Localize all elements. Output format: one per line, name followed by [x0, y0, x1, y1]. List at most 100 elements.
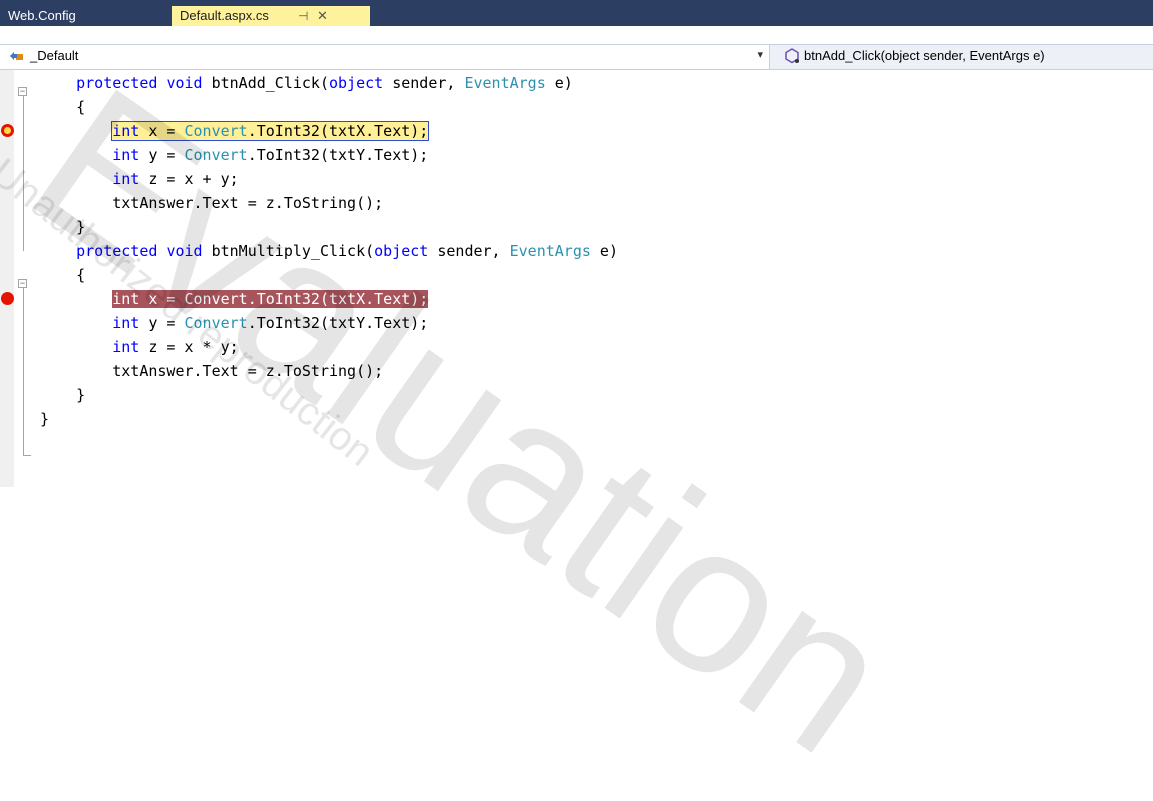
- code-statement: protected void btnMultiply_Click(object …: [76, 242, 618, 260]
- code-token: e): [590, 242, 618, 260]
- code-statement: txtAnswer.Text = z.ToString();: [112, 194, 383, 212]
- code-line[interactable]: {: [40, 263, 85, 287]
- code-token: .ToInt32(txtY.Text);: [247, 314, 429, 332]
- code-token: {: [76, 98, 86, 116]
- navigation-bar: _Default ▾ btnAdd_Click(object sender, E…: [0, 44, 1153, 70]
- keyword-token: int: [112, 122, 140, 140]
- code-line[interactable]: }: [40, 407, 49, 431]
- keyword-token: protected: [76, 74, 158, 92]
- code-line[interactable]: int z = x + y;: [40, 167, 238, 191]
- current-breakpoint-icon[interactable]: [1, 124, 14, 137]
- code-statement: {: [76, 98, 85, 116]
- code-statement: int z = x + y;: [112, 170, 238, 188]
- code-line[interactable]: }: [40, 383, 85, 407]
- pin-icon[interactable]: ⊣: [298, 6, 308, 26]
- code-statement: {: [76, 266, 85, 284]
- code-statement: }: [40, 410, 49, 428]
- keyword-token: int: [112, 338, 140, 356]
- type-token: Convert: [184, 290, 248, 308]
- code-statement: }: [76, 386, 85, 404]
- tab-default-aspx-cs[interactable]: Default.aspx.cs ⊣ ✕: [172, 6, 370, 26]
- class-icon: [10, 52, 23, 60]
- collapse-icon[interactable]: −: [18, 279, 27, 288]
- code-statement: int y = Convert.ToInt32(txtY.Text);: [112, 314, 428, 332]
- code-line[interactable]: protected void btnAdd_Click(object sende…: [40, 71, 573, 95]
- outline-guide: [23, 288, 24, 456]
- code-token: sender,: [383, 74, 465, 92]
- code-line[interactable]: int z = x * y;: [40, 335, 238, 359]
- document-tab-bar: Web.Config Default.aspx.cs ⊣ ✕: [0, 0, 1153, 26]
- outline-guide: [23, 96, 24, 251]
- code-statement: int z = x * y;: [112, 338, 238, 356]
- code-token: e): [545, 74, 573, 92]
- breakpoint-icon[interactable]: [1, 292, 14, 305]
- close-icon[interactable]: ✕: [317, 6, 328, 26]
- code-line[interactable]: }: [40, 215, 85, 239]
- code-statement: int x = Convert.ToInt32(txtX.Text);: [112, 290, 429, 308]
- method-dropdown-label: btnAdd_Click(object sender, EventArgs e): [804, 48, 1045, 63]
- keyword-token: int: [112, 170, 140, 188]
- keyword-token: void: [166, 74, 203, 92]
- code-token: x =: [139, 290, 185, 308]
- collapse-icon[interactable]: −: [18, 87, 27, 96]
- code-token: .ToInt32(txtX.Text);: [247, 122, 429, 140]
- keyword-token: object: [374, 242, 429, 260]
- code-token: .ToInt32(txtY.Text);: [247, 146, 429, 164]
- code-line[interactable]: protected void btnMultiply_Click(object …: [40, 239, 618, 263]
- code-statement: }: [76, 218, 85, 236]
- code-line[interactable]: int x = Convert.ToInt32(txtX.Text);: [40, 119, 430, 143]
- type-token: Convert: [184, 314, 248, 332]
- type-token: EventArgs: [464, 74, 546, 92]
- code-line[interactable]: txtAnswer.Text = z.ToString();: [40, 359, 383, 383]
- method-dropdown[interactable]: btnAdd_Click(object sender, EventArgs e): [780, 45, 1153, 69]
- keyword-token: int: [112, 146, 140, 164]
- code-token: }: [40, 410, 50, 428]
- type-token: EventArgs: [509, 242, 591, 260]
- class-dropdown-label: _Default: [30, 48, 79, 63]
- code-token: .ToInt32(txtX.Text);: [247, 290, 429, 308]
- keyword-token: int: [112, 290, 140, 308]
- code-token: {: [76, 266, 86, 284]
- code-token: sender,: [428, 242, 510, 260]
- code-statement: protected void btnAdd_Click(object sende…: [76, 74, 573, 92]
- code-statement: txtAnswer.Text = z.ToString();: [112, 362, 383, 380]
- code-token: }: [76, 218, 86, 236]
- code-line[interactable]: int y = Convert.ToInt32(txtY.Text);: [40, 311, 428, 335]
- tab-label: Web.Config: [8, 8, 76, 23]
- code-line[interactable]: {: [40, 95, 85, 119]
- code-token: }: [76, 386, 86, 404]
- outline-guide-end: [23, 455, 31, 456]
- class-dropdown[interactable]: _Default ▾: [0, 45, 770, 69]
- keyword-token: int: [112, 314, 140, 332]
- keyword-token: void: [166, 242, 203, 260]
- code-line[interactable]: int y = Convert.ToInt32(txtY.Text);: [40, 143, 428, 167]
- code-token: y =: [139, 146, 185, 164]
- code-token: z = x * y;: [139, 338, 239, 356]
- tab-label: Default.aspx.cs: [180, 8, 269, 23]
- code-token: y =: [139, 314, 185, 332]
- method-icon: [785, 48, 799, 64]
- tab-web-config[interactable]: Web.Config: [0, 6, 165, 26]
- code-token: btnMultiply_Click(: [202, 242, 375, 260]
- type-token: Convert: [184, 122, 248, 140]
- code-token: btnAdd_Click(: [202, 74, 329, 92]
- chevron-down-icon[interactable]: ▾: [757, 48, 763, 61]
- keyword-token: protected: [76, 242, 158, 260]
- keyword-token: object: [329, 74, 384, 92]
- code-token: x =: [139, 122, 185, 140]
- code-statement: int y = Convert.ToInt32(txtY.Text);: [112, 146, 428, 164]
- code-line[interactable]: txtAnswer.Text = z.ToString();: [40, 191, 383, 215]
- code-line[interactable]: int x = Convert.ToInt32(txtX.Text);: [40, 287, 429, 311]
- type-token: Convert: [184, 146, 248, 164]
